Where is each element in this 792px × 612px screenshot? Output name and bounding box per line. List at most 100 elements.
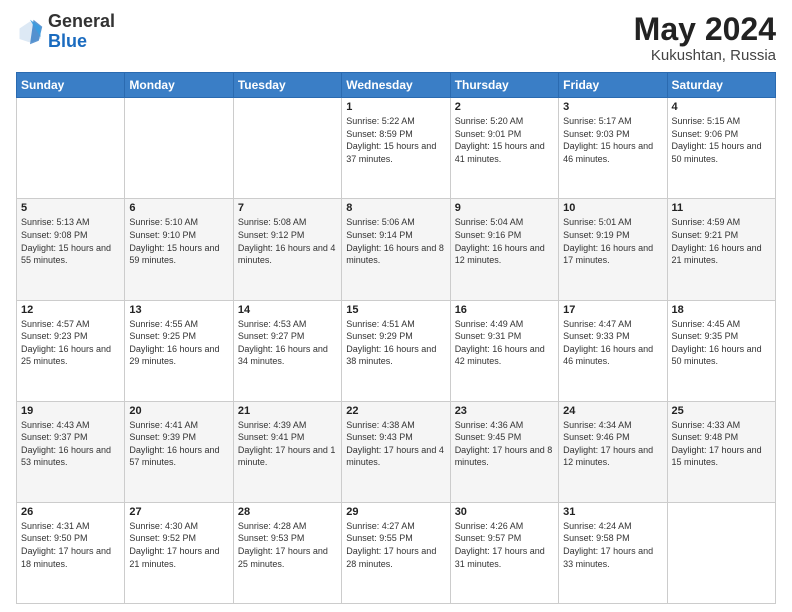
page: General Blue May 2024 Kukushtan, Russia … (0, 0, 792, 612)
day-info: Sunrise: 4:24 AM Sunset: 9:58 PM Dayligh… (563, 520, 662, 570)
day-info: Sunrise: 5:13 AM Sunset: 9:08 PM Dayligh… (21, 216, 120, 266)
calendar-week-5: 26 Sunrise: 4:31 AM Sunset: 9:50 PM Dayli… (17, 502, 776, 603)
col-saturday: Saturday (667, 73, 775, 98)
day-info: Sunrise: 4:45 AM Sunset: 9:35 PM Dayligh… (672, 318, 771, 368)
calendar-cell: 2 Sunrise: 5:20 AM Sunset: 9:01 PM Daylig… (450, 98, 558, 199)
day-number: 21 (238, 405, 337, 417)
calendar-cell: 13 Sunrise: 4:55 AM Sunset: 9:25 PM Dayli… (125, 300, 233, 401)
col-friday: Friday (559, 73, 667, 98)
day-number: 8 (346, 202, 445, 214)
logo-general: General (48, 11, 115, 31)
col-tuesday: Tuesday (233, 73, 341, 98)
day-number: 2 (455, 101, 554, 113)
day-number: 12 (21, 304, 120, 316)
col-monday: Monday (125, 73, 233, 98)
day-number: 6 (129, 202, 228, 214)
day-number: 13 (129, 304, 228, 316)
calendar-week-3: 12 Sunrise: 4:57 AM Sunset: 9:23 PM Dayli… (17, 300, 776, 401)
day-number: 14 (238, 304, 337, 316)
logo: General Blue (16, 12, 115, 52)
day-number: 7 (238, 202, 337, 214)
calendar-cell: 31 Sunrise: 4:24 AM Sunset: 9:58 PM Dayli… (559, 502, 667, 603)
calendar-cell: 20 Sunrise: 4:41 AM Sunset: 9:39 PM Dayli… (125, 401, 233, 502)
day-info: Sunrise: 5:22 AM Sunset: 8:59 PM Dayligh… (346, 115, 445, 165)
day-number: 18 (672, 304, 771, 316)
day-number: 10 (563, 202, 662, 214)
day-number: 24 (563, 405, 662, 417)
day-number: 20 (129, 405, 228, 417)
logo-blue: Blue (48, 31, 87, 51)
day-info: Sunrise: 4:49 AM Sunset: 9:31 PM Dayligh… (455, 318, 554, 368)
day-info: Sunrise: 4:33 AM Sunset: 9:48 PM Dayligh… (672, 419, 771, 469)
calendar-cell: 19Sunrise: 4:43 AM Sunset: 9:37 PM Dayli… (17, 401, 125, 502)
logo-text: General Blue (48, 12, 115, 52)
calendar-cell: 29Sunrise: 4:27 AM Sunset: 9:55 PM Dayli… (342, 502, 450, 603)
day-number: 15 (346, 304, 445, 316)
day-info: Sunrise: 5:01 AM Sunset: 9:19 PM Dayligh… (563, 216, 662, 266)
calendar-cell: 21Sunrise: 4:39 AM Sunset: 9:41 PM Dayli… (233, 401, 341, 502)
calendar-cell: 26 Sunrise: 4:31 AM Sunset: 9:50 PM Dayli… (17, 502, 125, 603)
day-info: Sunrise: 4:36 AM Sunset: 9:45 PM Dayligh… (455, 419, 554, 469)
calendar-cell: 1 Sunrise: 5:22 AM Sunset: 8:59 PM Daylig… (342, 98, 450, 199)
day-info: Sunrise: 4:59 AM Sunset: 9:21 PM Dayligh… (672, 216, 771, 266)
title-month: May 2024 (634, 12, 776, 47)
day-number: 4 (672, 101, 771, 113)
day-number: 3 (563, 101, 662, 113)
day-info: Sunrise: 4:30 AM Sunset: 9:52 PM Dayligh… (129, 520, 228, 570)
col-thursday: Thursday (450, 73, 558, 98)
day-info: Sunrise: 4:53 AM Sunset: 9:27 PM Dayligh… (238, 318, 337, 368)
day-number: 22 (346, 405, 445, 417)
day-info: Sunrise: 5:04 AM Sunset: 9:16 PM Dayligh… (455, 216, 554, 266)
calendar-cell: 14 Sunrise: 4:53 AM Sunset: 9:27 PM Dayli… (233, 300, 341, 401)
day-number: 9 (455, 202, 554, 214)
calendar-cell: 18 Sunrise: 4:45 AM Sunset: 9:35 PM Dayli… (667, 300, 775, 401)
day-number: 28 (238, 506, 337, 518)
day-info: Sunrise: 4:55 AM Sunset: 9:25 PM Dayligh… (129, 318, 228, 368)
calendar-cell: 6 Sunrise: 5:10 AM Sunset: 9:10 PM Daylig… (125, 199, 233, 300)
calendar-cell: 5Sunrise: 5:13 AM Sunset: 9:08 PM Daylig… (17, 199, 125, 300)
day-info: Sunrise: 4:41 AM Sunset: 9:39 PM Dayligh… (129, 419, 228, 469)
calendar-cell: 25Sunrise: 4:33 AM Sunset: 9:48 PM Dayli… (667, 401, 775, 502)
day-number: 27 (129, 506, 228, 518)
day-info: Sunrise: 4:57 AM Sunset: 9:23 PM Dayligh… (21, 318, 120, 368)
logo-icon (16, 18, 44, 46)
day-number: 26 (21, 506, 120, 518)
day-number: 19 (21, 405, 120, 417)
calendar-table: Sunday Monday Tuesday Wednesday Thursday… (16, 72, 776, 604)
calendar-week-1: 1 Sunrise: 5:22 AM Sunset: 8:59 PM Daylig… (17, 98, 776, 199)
calendar-cell: 12 Sunrise: 4:57 AM Sunset: 9:23 PM Dayli… (17, 300, 125, 401)
calendar-cell: 17 Sunrise: 4:47 AM Sunset: 9:33 PM Dayli… (559, 300, 667, 401)
day-info: Sunrise: 5:15 AM Sunset: 9:06 PM Dayligh… (672, 115, 771, 165)
day-info: Sunrise: 4:47 AM Sunset: 9:33 PM Dayligh… (563, 318, 662, 368)
calendar-week-2: 5Sunrise: 5:13 AM Sunset: 9:08 PM Daylig… (17, 199, 776, 300)
calendar-cell: 22Sunrise: 4:38 AM Sunset: 9:43 PM Dayli… (342, 401, 450, 502)
calendar-week-4: 19Sunrise: 4:43 AM Sunset: 9:37 PM Dayli… (17, 401, 776, 502)
title-block: May 2024 Kukushtan, Russia (634, 12, 776, 64)
day-number: 29 (346, 506, 445, 518)
day-info: Sunrise: 4:31 AM Sunset: 9:50 PM Dayligh… (21, 520, 120, 570)
day-number: 30 (455, 506, 554, 518)
calendar-cell: 4 Sunrise: 5:15 AM Sunset: 9:06 PM Daylig… (667, 98, 775, 199)
day-info: Sunrise: 4:34 AM Sunset: 9:46 PM Dayligh… (563, 419, 662, 469)
day-info: Sunrise: 5:10 AM Sunset: 9:10 PM Dayligh… (129, 216, 228, 266)
calendar-cell: 9 Sunrise: 5:04 AM Sunset: 9:16 PM Daylig… (450, 199, 558, 300)
day-number: 17 (563, 304, 662, 316)
title-location: Kukushtan, Russia (634, 47, 776, 64)
day-number: 31 (563, 506, 662, 518)
day-number: 1 (346, 101, 445, 113)
calendar-cell: 27 Sunrise: 4:30 AM Sunset: 9:52 PM Dayli… (125, 502, 233, 603)
calendar-cell: 10 Sunrise: 5:01 AM Sunset: 9:19 PM Dayli… (559, 199, 667, 300)
calendar-cell: 11 Sunrise: 4:59 AM Sunset: 9:21 PM Dayli… (667, 199, 775, 300)
day-info: Sunrise: 4:51 AM Sunset: 9:29 PM Dayligh… (346, 318, 445, 368)
day-info: Sunrise: 5:08 AM Sunset: 9:12 PM Dayligh… (238, 216, 337, 266)
day-info: Sunrise: 4:28 AM Sunset: 9:53 PM Dayligh… (238, 520, 337, 570)
calendar-cell: 30Sunrise: 4:26 AM Sunset: 9:57 PM Dayli… (450, 502, 558, 603)
calendar-cell: 7 Sunrise: 5:08 AM Sunset: 9:12 PM Daylig… (233, 199, 341, 300)
calendar-cell (667, 502, 775, 603)
calendar-cell: 8Sunrise: 5:06 AM Sunset: 9:14 PM Daylig… (342, 199, 450, 300)
calendar-cell: 28 Sunrise: 4:28 AM Sunset: 9:53 PM Dayli… (233, 502, 341, 603)
day-number: 11 (672, 202, 771, 214)
col-sunday: Sunday (17, 73, 125, 98)
day-info: Sunrise: 5:17 AM Sunset: 9:03 PM Dayligh… (563, 115, 662, 165)
day-info: Sunrise: 5:20 AM Sunset: 9:01 PM Dayligh… (455, 115, 554, 165)
